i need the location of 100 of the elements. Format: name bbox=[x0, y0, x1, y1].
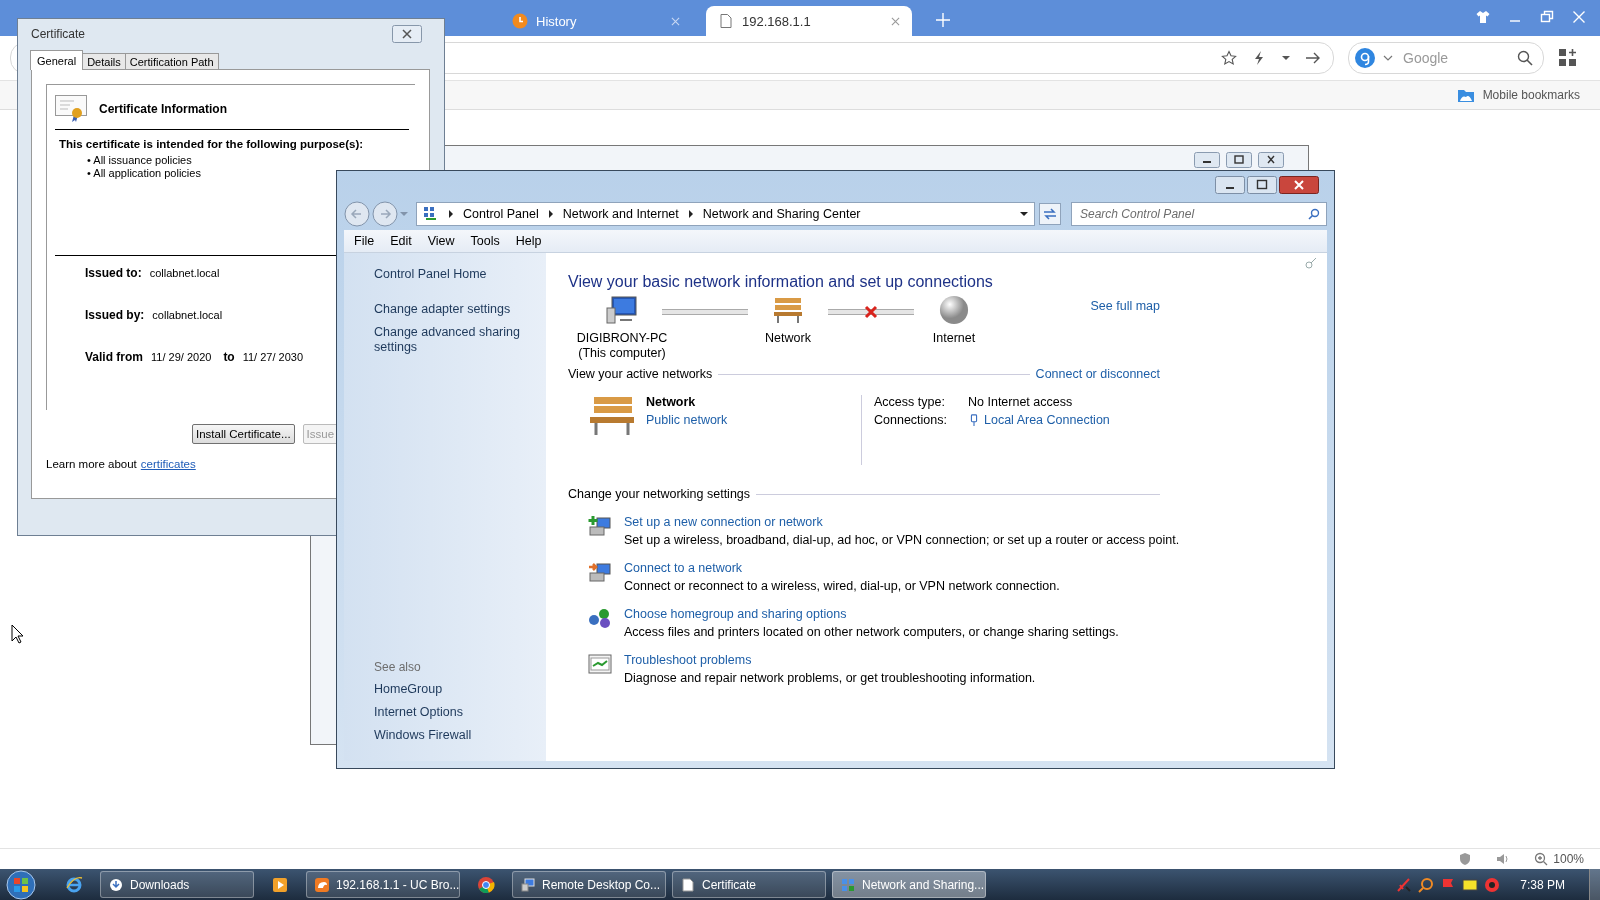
bench-icon[interactable] bbox=[772, 295, 804, 325]
certificate-icon bbox=[55, 95, 87, 123]
taskbar-button[interactable]: Certificate bbox=[672, 871, 826, 898]
sidebar-link[interactable]: HomeGroup bbox=[374, 682, 546, 697]
property-label: Access type: bbox=[874, 395, 946, 409]
control-panel-icon bbox=[841, 877, 855, 892]
dropdown-icon[interactable] bbox=[1020, 210, 1028, 218]
shield-icon[interactable] bbox=[1458, 852, 1473, 866]
see-full-map-link[interactable]: See full map bbox=[1090, 299, 1160, 313]
taskbar-button[interactable]: Downloads bbox=[100, 871, 254, 898]
taskbar-button[interactable]: Remote Desktop Co... bbox=[512, 871, 666, 898]
sidebar-link[interactable]: Internet Options bbox=[374, 705, 546, 720]
zoom-icon bbox=[1534, 852, 1549, 866]
page-icon bbox=[718, 13, 734, 29]
sidebar-link[interactable]: Windows Firewall bbox=[374, 728, 546, 743]
globe-icon[interactable] bbox=[938, 295, 970, 325]
task-link[interactable]: Connect to a network bbox=[624, 561, 1060, 575]
minimize-icon[interactable] bbox=[1215, 175, 1245, 194]
dialog-tab[interactable]: Certification Path bbox=[124, 53, 219, 69]
sidebar-link[interactable]: Change advanced sharing settings bbox=[374, 325, 546, 355]
field-value: collabnet.local bbox=[152, 309, 223, 321]
menu-item[interactable]: File bbox=[354, 234, 375, 248]
tray-icon[interactable] bbox=[1484, 876, 1501, 893]
breadcrumb-arrow-icon[interactable] bbox=[686, 210, 695, 218]
dialog-button[interactable]: Install Certificate... bbox=[192, 424, 295, 444]
certificates-link[interactable]: certificates bbox=[140, 458, 196, 470]
go-arrow-icon[interactable] bbox=[1305, 50, 1321, 66]
broken-connection-icon bbox=[864, 305, 878, 319]
bookmark-link[interactable]: Mobile bookmarks bbox=[1456, 86, 1580, 104]
field-label: Issued by: bbox=[85, 308, 145, 322]
node-label: DIGIBRONY-PC bbox=[576, 331, 668, 346]
search-field[interactable]: Google bbox=[1401, 49, 1509, 67]
section-title: Change your networking settings bbox=[568, 487, 751, 501]
close-icon[interactable] bbox=[392, 25, 422, 43]
task-description: Access files and printers located on other network computers, or change sharing settings. bbox=[624, 625, 1119, 639]
field-value: 11/ 29/ 2020 bbox=[151, 351, 212, 363]
search-icon[interactable] bbox=[1308, 208, 1320, 220]
maximize-icon[interactable] bbox=[1247, 175, 1277, 194]
circle-logo-icon bbox=[477, 875, 495, 894]
field-value: 11/ 27/ 2030 bbox=[242, 351, 304, 363]
address-bar[interactable]: Control Panel Network and Internet Network and Sharing Center bbox=[416, 202, 1035, 226]
task-link[interactable]: Troubleshoot problems bbox=[624, 653, 1036, 667]
section-title: See also bbox=[374, 660, 422, 674]
purpose-item: • All issuance policies bbox=[86, 154, 193, 167]
search-field[interactable]: Search Control Panel bbox=[1078, 206, 1308, 222]
maximize-icon[interactable] bbox=[1226, 152, 1252, 168]
task-link[interactable]: Set up a new connection or network bbox=[624, 515, 1180, 529]
refresh-button[interactable] bbox=[1039, 203, 1061, 225]
sidebar-link[interactable]: Change adapter settings bbox=[374, 302, 546, 317]
close-icon[interactable] bbox=[1279, 175, 1319, 194]
close-icon[interactable] bbox=[1258, 152, 1284, 168]
help-text: Learn more about bbox=[46, 458, 137, 470]
field-value: collabnet.local bbox=[149, 267, 220, 279]
e-letter-icon bbox=[65, 875, 83, 894]
speaker-icon[interactable] bbox=[1496, 852, 1511, 866]
breadcrumb-arrow-icon[interactable] bbox=[447, 210, 455, 218]
breadcrumb-arrow-icon[interactable] bbox=[546, 210, 555, 218]
sidebar-link[interactable]: Control Panel Home bbox=[374, 267, 546, 282]
purpose-title: This certificate is intended for the following purpose(s): bbox=[58, 137, 365, 152]
dialog-tab[interactable]: General bbox=[30, 50, 84, 70]
squirrel-logo-icon bbox=[315, 877, 329, 892]
control-panel-icon bbox=[423, 206, 439, 222]
connection-link[interactable]: Local Area Connection bbox=[984, 413, 1110, 427]
chevron-icon[interactable] bbox=[1383, 53, 1393, 63]
shirt-icon[interactable] bbox=[1476, 10, 1490, 24]
task-link[interactable]: Choose homegroup and sharing options bbox=[624, 607, 1119, 621]
new-connection-icon bbox=[588, 515, 612, 537]
search-box[interactable]: Google bbox=[1348, 42, 1544, 74]
start-button[interactable] bbox=[6, 869, 36, 900]
tray-icon[interactable] bbox=[1418, 876, 1435, 893]
search-icon[interactable] bbox=[1517, 50, 1533, 66]
breadcrumb-item[interactable]: Network and Internet bbox=[562, 207, 679, 221]
menu-item[interactable]: View bbox=[427, 234, 455, 248]
apps-grid-icon[interactable] bbox=[1558, 48, 1578, 68]
clock[interactable]: 7:38 PM bbox=[1520, 877, 1565, 892]
tray-icon[interactable] bbox=[1396, 876, 1413, 893]
breadcrumb-item[interactable]: Network and Sharing Center bbox=[702, 207, 861, 221]
zoom-control[interactable]: 100% bbox=[1534, 852, 1584, 866]
minimize-icon[interactable] bbox=[1194, 152, 1220, 168]
browser-tab[interactable]: 192.168.1.1 bbox=[706, 6, 912, 36]
connect-link[interactable]: Connect or disconnect bbox=[1035, 367, 1160, 381]
star-icon[interactable] bbox=[1221, 50, 1237, 66]
new-tab-icon[interactable] bbox=[936, 13, 950, 27]
search-engine-icon[interactable] bbox=[1355, 48, 1375, 68]
tray-icon[interactable] bbox=[1462, 876, 1479, 893]
dialog-tab[interactable]: Details bbox=[82, 53, 126, 69]
caret-icon[interactable] bbox=[1281, 53, 1291, 63]
taskbar-button[interactable]: 192.168.1.1 - UC Bro... bbox=[306, 871, 460, 898]
menu-item[interactable]: Tools bbox=[470, 234, 500, 248]
computer-icon[interactable] bbox=[606, 295, 638, 325]
breadcrumb-item[interactable]: Control Panel bbox=[463, 207, 539, 221]
taskbar-button[interactable]: Network and Sharing... bbox=[832, 871, 986, 898]
menu-item[interactable]: Edit bbox=[390, 234, 412, 248]
play-icon bbox=[272, 876, 288, 893]
menu-item[interactable]: Help bbox=[515, 234, 542, 248]
search-box[interactable]: Search Control Panel bbox=[1071, 202, 1327, 226]
node-label: Internet bbox=[932, 331, 976, 346]
network-type-link[interactable]: Public network bbox=[646, 413, 728, 427]
field-label: Valid from bbox=[85, 350, 143, 364]
restore-icon[interactable] bbox=[1540, 10, 1554, 24]
